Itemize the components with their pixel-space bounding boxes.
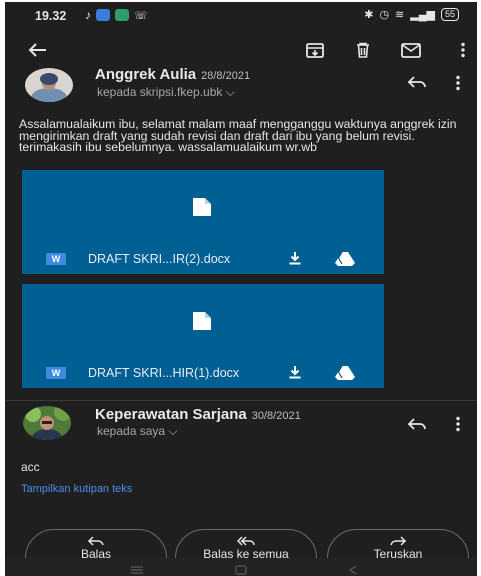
message-date: 30/8/2021 [251, 410, 301, 422]
app-notification-icon [96, 9, 110, 21]
reply-icon [26, 536, 166, 546]
avatar[interactable] [25, 68, 73, 102]
recipient-line[interactable]: kepada saya ⌵ [97, 424, 178, 439]
document-icon [191, 196, 213, 223]
word-file-icon: W [46, 253, 66, 265]
drive-icon[interactable] [335, 251, 355, 271]
more-vert-icon[interactable] [451, 40, 475, 60]
signal-icon: ▂▄▆ [410, 9, 435, 21]
app-toolbar [5, 32, 477, 68]
sender-name: Anggrek Aulia 28/8/2021 [95, 66, 251, 83]
drive-icon[interactable] [335, 365, 355, 385]
phone-icon: ☏ [134, 9, 148, 22]
home-icon[interactable] [235, 562, 247, 576]
bluetooth-icon: ✱ [364, 9, 374, 21]
trash-icon[interactable] [351, 40, 375, 60]
forward-icon [328, 536, 468, 546]
tiktok-icon: ♪ [85, 8, 91, 22]
more-vert-icon[interactable] [453, 415, 463, 433]
attachment-card[interactable]: W DRAFT SKRI...IR(2).docx [22, 170, 384, 274]
mail-icon[interactable] [399, 40, 423, 60]
more-vert-icon[interactable] [453, 74, 463, 92]
document-icon [191, 310, 213, 337]
recipient-line[interactable]: kepada skripsi.fkep.ubk ⌵ [97, 85, 235, 100]
attachment-filename: DRAFT SKRI...HIR(1).docx [88, 366, 240, 380]
word-file-icon: W [46, 367, 66, 379]
alarm-icon: ◷ [379, 9, 390, 21]
show-quoted-text-link[interactable]: Tampilkan kutipan teks [21, 483, 132, 495]
reply-icon[interactable] [405, 72, 429, 92]
archive-icon[interactable] [303, 40, 327, 60]
sender-name: Keperawatan Sarjana 30/8/2021 [95, 406, 301, 423]
message-date: 28/8/2021 [201, 70, 251, 82]
reply-all-icon [176, 536, 316, 546]
message-body: acc [21, 460, 40, 474]
app-notification-icon [115, 9, 129, 21]
message-body: Assalamualaikum ibu, selamat malam maaf … [19, 117, 457, 154]
avatar[interactable] [23, 406, 71, 440]
recent-apps-icon[interactable] [130, 562, 144, 576]
battery-icon: 55 [440, 8, 459, 21]
back-arrow-icon[interactable] [25, 40, 49, 60]
chevron-down-icon: ⌵ [225, 85, 235, 99]
email-screen: 19.32 ♪ ☏ ✱ ◷ ≋ ▂▄▆ 55 Anggrek Aulia 28/… [5, 2, 477, 576]
attachment-card[interactable]: W DRAFT SKRI...HIR(1).docx [22, 284, 384, 388]
attachment-filename: DRAFT SKRI...IR(2).docx [88, 252, 231, 266]
download-icon[interactable] [288, 365, 302, 384]
back-icon[interactable] [348, 562, 358, 576]
chevron-down-icon: ⌵ [168, 424, 178, 438]
system-nav-bar [5, 558, 477, 576]
reply-icon[interactable] [405, 414, 429, 434]
download-icon[interactable] [288, 251, 302, 270]
wifi-icon: ≋ [395, 9, 405, 21]
message-divider [5, 400, 477, 401]
status-time: 19.32 [35, 9, 67, 23]
status-bar: 19.32 ♪ ☏ ✱ ◷ ≋ ▂▄▆ 55 [5, 2, 477, 30]
